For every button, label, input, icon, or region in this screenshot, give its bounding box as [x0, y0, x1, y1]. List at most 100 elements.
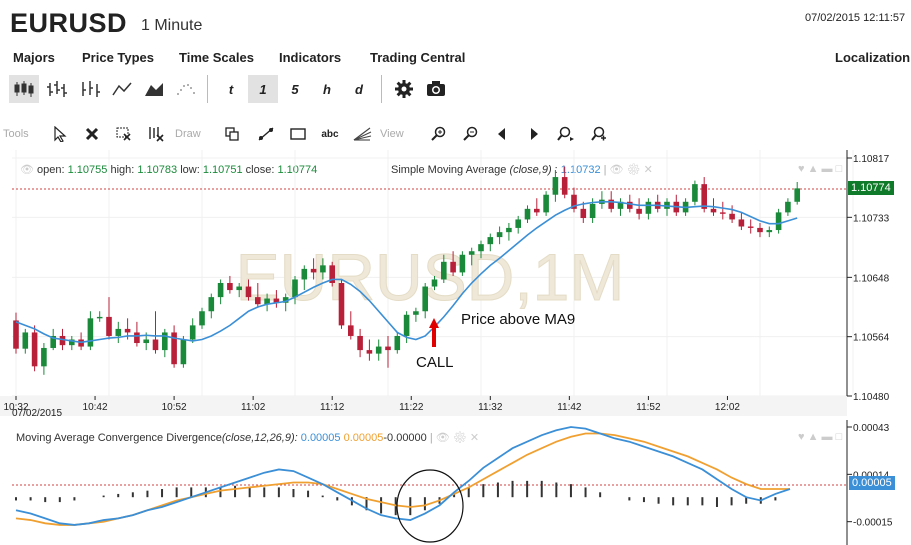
candle-body: [552, 177, 559, 195]
hlc-bars-icon: [82, 81, 100, 97]
macd-chart[interactable]: 0.000430.00014-0.00015: [0, 420, 911, 545]
dot-chart-icon: [177, 84, 195, 95]
menu-trading-central[interactable]: Trading Central: [370, 50, 465, 65]
candle-body: [41, 347, 47, 367]
tools-label: Tools: [3, 128, 29, 140]
macd-current-badge: 0.00005: [849, 476, 895, 490]
candle-body: [524, 208, 531, 220]
zoom-fit-button[interactable]: [552, 121, 580, 147]
text-tool-button[interactable]: abc: [316, 121, 344, 147]
hlc-chart-button[interactable]: [75, 75, 105, 103]
candle-body: [766, 230, 773, 233]
delete-selection-button[interactable]: [110, 121, 138, 147]
zoom-fit-icon: [557, 126, 574, 141]
candle-body: [385, 346, 391, 351]
candle-body: [459, 254, 466, 273]
time-tick-label: 11:42: [557, 402, 582, 413]
select-tool-button[interactable]: [46, 121, 74, 147]
fan-lines-icon: [353, 127, 372, 141]
candle-body: [710, 208, 717, 213]
timeframe-subtitle: 1 Minute: [141, 17, 203, 34]
timescale-1-minute-button[interactable]: 1: [248, 75, 278, 103]
scroll-left-button[interactable]: [488, 121, 516, 147]
candle-body: [13, 320, 19, 349]
price-chart[interactable]: EURUSD,1M 1.10817 1.10733 1.10648 1.10564 1.…: [0, 150, 911, 430]
trend-line-icon: [258, 127, 274, 141]
ohlc-bars-icon: [47, 81, 67, 97]
candle-body: [87, 318, 94, 347]
candle-body: [515, 219, 521, 228]
candle-body: [413, 311, 419, 315]
bars-delete-icon: [149, 127, 164, 142]
price-above-ma-annotation: Price above MA9: [461, 311, 575, 328]
candle-body: [422, 286, 428, 312]
ohlc-bars-chart-button[interactable]: [42, 75, 72, 103]
zoom-out-button[interactable]: [456, 121, 484, 147]
current-price-badge: 1.10774: [848, 181, 894, 195]
cursor-arrow-icon: [54, 126, 67, 142]
chart-watermark: EURUSD,1M: [236, 240, 625, 314]
candle-body: [115, 328, 122, 336]
delete-all-button[interactable]: [142, 121, 170, 147]
menu-time-scales[interactable]: Time Scales: [179, 50, 254, 65]
menu-majors[interactable]: Majors: [13, 50, 55, 65]
candle-body: [534, 208, 540, 213]
zoom-reset-icon: [591, 126, 606, 141]
candle-body: [236, 286, 242, 291]
macd-line: [15, 426, 791, 526]
timescale-day-button[interactable]: d: [344, 75, 374, 103]
candle-body: [143, 339, 149, 344]
time-tick-label: 11:22: [399, 402, 424, 413]
macd-tick-label: -0.00015: [853, 518, 893, 529]
time-tick-label: 11:12: [320, 402, 345, 413]
candle-body: [310, 268, 317, 273]
area-chart-button[interactable]: [139, 75, 169, 103]
candle-body: [589, 203, 596, 219]
delete-tool-button[interactable]: [78, 121, 106, 147]
copy-tool-button[interactable]: [218, 121, 246, 147]
menu-localization[interactable]: Localization: [835, 50, 910, 65]
candle-body: [162, 332, 168, 351]
menu-price-types[interactable]: Price Types: [82, 50, 154, 65]
candle-body: [180, 339, 187, 365]
view-label: View: [380, 128, 404, 140]
timescale-hour-button[interactable]: h: [312, 75, 342, 103]
line-chart-button[interactable]: [107, 75, 137, 103]
price-tick-label: 1.10480: [853, 392, 890, 403]
camera-icon: [427, 81, 445, 96]
timescale-tick-button[interactable]: t: [216, 75, 246, 103]
scroll-right-button[interactable]: [520, 121, 548, 147]
candle-body: [357, 335, 363, 351]
candle-body: [366, 350, 373, 354]
candle-body: [320, 265, 326, 273]
settings-button[interactable]: [389, 75, 419, 103]
server-datetime: 07/02/2015 12:11:57: [805, 12, 906, 24]
time-tick-label: 10:52: [162, 402, 187, 413]
menu-indicators[interactable]: Indicators: [279, 50, 341, 65]
candlestick-chart-button[interactable]: [9, 75, 39, 103]
candle-body: [255, 297, 261, 305]
toolbar-separator: [207, 75, 208, 103]
candle-body: [785, 201, 791, 213]
macd-tick-label: 0.00043: [853, 423, 890, 434]
timescale-5-minute-button[interactable]: 5: [280, 75, 310, 103]
candle-body: [431, 279, 438, 287]
candle-body: [701, 184, 707, 209]
candle-body: [394, 335, 401, 351]
candle-body: [720, 212, 726, 214]
fan-tool-button[interactable]: [348, 121, 376, 147]
candle-body: [775, 212, 782, 231]
trend-line-tool-button[interactable]: [252, 121, 280, 147]
candle-body: [301, 268, 308, 280]
candle-body: [692, 184, 698, 202]
time-tick-label: 12:02: [715, 402, 740, 413]
dot-chart-button[interactable]: [171, 75, 201, 103]
call-annotation: CALL: [416, 354, 454, 371]
zoom-reset-button[interactable]: [584, 121, 612, 147]
rectangle-tool-button[interactable]: [284, 121, 312, 147]
zoom-in-button[interactable]: [424, 121, 452, 147]
candle-body: [636, 208, 642, 214]
screenshot-button[interactable]: [421, 75, 451, 103]
rectangle-icon: [290, 128, 306, 140]
candle-body: [403, 314, 410, 336]
